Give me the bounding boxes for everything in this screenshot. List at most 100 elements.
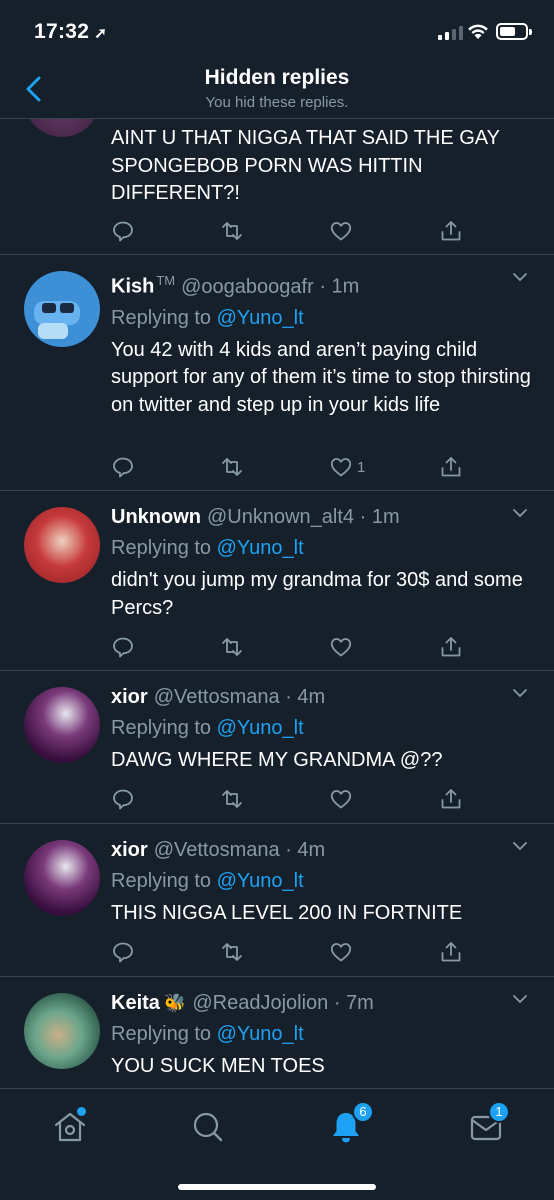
notifications-badge: 6 bbox=[352, 1101, 374, 1123]
tweet-body: DAWG WHERE MY GRANDMA @?? bbox=[111, 749, 443, 771]
reply-icon bbox=[113, 942, 133, 963]
user-handle[interactable]: @Unknown_alt4 bbox=[207, 506, 354, 528]
tweet-actions: 1 bbox=[111, 455, 471, 479]
like-icon bbox=[330, 638, 352, 657]
avatar[interactable] bbox=[24, 271, 100, 347]
chevron-down-icon[interactable] bbox=[512, 993, 528, 1005]
retweet-button[interactable] bbox=[219, 787, 245, 811]
tweet-item[interactable]: Keita 🐝 @ReadJojolion · 7m Replying to @Yu… bbox=[0, 977, 554, 1088]
retweet-icon bbox=[222, 458, 242, 476]
avatar[interactable] bbox=[24, 687, 100, 763]
location-arrow-icon: ➚ bbox=[94, 25, 108, 42]
tab-messages[interactable]: 1 bbox=[466, 1101, 510, 1147]
display-name[interactable]: xior bbox=[111, 839, 148, 861]
bee-emoji: 🐝 bbox=[163, 993, 187, 1013]
replying-to: Replying to @Yuno_lt bbox=[111, 537, 304, 559]
chevron-down-icon[interactable] bbox=[512, 687, 528, 699]
share-button[interactable] bbox=[439, 219, 463, 243]
replying-to: Replying to @Yuno_lt bbox=[111, 1023, 304, 1045]
tweet-time: · 4m bbox=[285, 839, 326, 861]
tweet-body: THIS NIGGA LEVEL 200 IN FORTNITE bbox=[111, 902, 463, 924]
tweet-body: AINT U THAT NIGGA THAT SAID THE GAY SPON… bbox=[111, 127, 500, 204]
reply-button[interactable] bbox=[111, 787, 135, 811]
user-handle[interactable]: @ReadJojolion bbox=[192, 992, 328, 1014]
tweet-item[interactable]: xior @Vettosmana · 4m Replying to @Yuno_l… bbox=[0, 824, 554, 977]
retweet-button[interactable] bbox=[219, 455, 245, 479]
like-button[interactable] bbox=[329, 219, 353, 243]
replying-to-link[interactable]: @Yuno_lt bbox=[217, 717, 304, 739]
tab-search[interactable] bbox=[188, 1107, 228, 1147]
like-button[interactable] bbox=[329, 787, 353, 811]
user-handle[interactable]: @oogaboogafr bbox=[181, 276, 314, 298]
replying-to: Replying to @Yuno_lt bbox=[111, 870, 304, 892]
tweet-time: · 1m bbox=[319, 275, 360, 298]
share-button[interactable] bbox=[439, 940, 463, 964]
status-bar: 17:32 ➚ bbox=[0, 0, 554, 66]
reply-button[interactable] bbox=[111, 219, 135, 243]
tweet-time: · 1m bbox=[359, 506, 400, 528]
chevron-down-icon[interactable] bbox=[512, 840, 528, 852]
replying-to-link[interactable]: @Yuno_lt bbox=[217, 1023, 304, 1045]
hidden-replies-feed[interactable]: AINT U THAT NIGGA THAT SAID THE GAY SPON… bbox=[0, 118, 554, 1088]
display-name[interactable]: xior bbox=[111, 686, 148, 708]
replying-to-link[interactable]: @Yuno_lt bbox=[217, 307, 304, 329]
user-handle[interactable]: @Vettosmana bbox=[154, 839, 280, 861]
like-icon bbox=[330, 943, 352, 962]
tweet-body: YOU SUCK MEN TOES bbox=[111, 1055, 325, 1077]
messages-badge: 1 bbox=[488, 1101, 510, 1123]
tab-home[interactable] bbox=[50, 1107, 90, 1147]
chevron-down-icon[interactable] bbox=[512, 271, 528, 283]
reply-icon bbox=[113, 637, 133, 658]
avatar[interactable] bbox=[24, 840, 100, 916]
reply-button[interactable] bbox=[111, 940, 135, 964]
display-name[interactable]: Unknown bbox=[111, 506, 201, 528]
page-title: Hidden replies bbox=[204, 66, 350, 89]
tab-notifications[interactable]: 6 bbox=[326, 1101, 374, 1147]
like-count: 1 bbox=[357, 458, 366, 476]
tweet-actions bbox=[111, 219, 471, 243]
tweet-meta: Keita 🐝 @ReadJojolion · 7m bbox=[111, 991, 532, 1015]
tweet-item[interactable]: AINT U THAT NIGGA THAT SAID THE GAY SPON… bbox=[0, 119, 554, 255]
share-button[interactable] bbox=[439, 635, 463, 659]
retweet-button[interactable] bbox=[219, 635, 245, 659]
retweet-icon bbox=[222, 943, 242, 961]
like-button[interactable]: 1 bbox=[329, 455, 365, 479]
avatar[interactable] bbox=[24, 507, 100, 583]
share-icon bbox=[441, 457, 461, 477]
retweet-button[interactable] bbox=[219, 219, 245, 243]
user-handle[interactable]: @Vettosmana bbox=[154, 686, 280, 708]
tweet-item[interactable]: xior @Vettosmana · 4m Replying to @Yuno_l… bbox=[0, 671, 554, 824]
like-button[interactable] bbox=[329, 635, 353, 659]
status-time: 17:32 ➚ bbox=[34, 20, 108, 43]
battery-icon bbox=[496, 23, 532, 40]
tweet-time: · 7m bbox=[333, 992, 374, 1014]
tweet-meta: Kish TM @oogaboogafr · 1m bbox=[111, 269, 532, 299]
tweet-body: You 42 with 4 kids and aren’t paying chi… bbox=[111, 338, 531, 416]
replying-to-link[interactable]: @Yuno_lt bbox=[217, 870, 304, 892]
trademark-badge: TM bbox=[156, 273, 176, 288]
tweet-actions bbox=[111, 635, 471, 659]
tweet-time: · 4m bbox=[285, 686, 326, 708]
replying-to: Replying to @Yuno_lt bbox=[111, 717, 304, 739]
display-name[interactable]: Kish bbox=[111, 276, 154, 298]
share-icon bbox=[441, 789, 461, 809]
tweet-meta: xior @Vettosmana · 4m bbox=[111, 685, 532, 709]
replying-to-link[interactable]: @Yuno_lt bbox=[217, 537, 304, 559]
avatar[interactable] bbox=[24, 993, 100, 1069]
tweet-item[interactable]: Unknown @Unknown_alt4 · 1m Replying to @Y… bbox=[0, 491, 554, 671]
cellular-signal-icon bbox=[438, 26, 463, 40]
share-button[interactable] bbox=[439, 455, 463, 479]
retweet-button[interactable] bbox=[219, 940, 245, 964]
chevron-down-icon[interactable] bbox=[512, 507, 528, 519]
like-button[interactable] bbox=[329, 940, 353, 964]
share-icon bbox=[441, 637, 461, 657]
share-button[interactable] bbox=[439, 787, 463, 811]
tweet-item[interactable]: Kish TM @oogaboogafr · 1m Replying to @Yun… bbox=[0, 255, 554, 491]
tweet-actions bbox=[111, 940, 471, 964]
share-icon bbox=[441, 221, 461, 241]
display-name[interactable]: Keita bbox=[111, 992, 160, 1014]
like-icon bbox=[330, 222, 352, 241]
avatar[interactable] bbox=[24, 119, 100, 137]
reply-button[interactable] bbox=[111, 455, 135, 479]
reply-button[interactable] bbox=[111, 635, 135, 659]
